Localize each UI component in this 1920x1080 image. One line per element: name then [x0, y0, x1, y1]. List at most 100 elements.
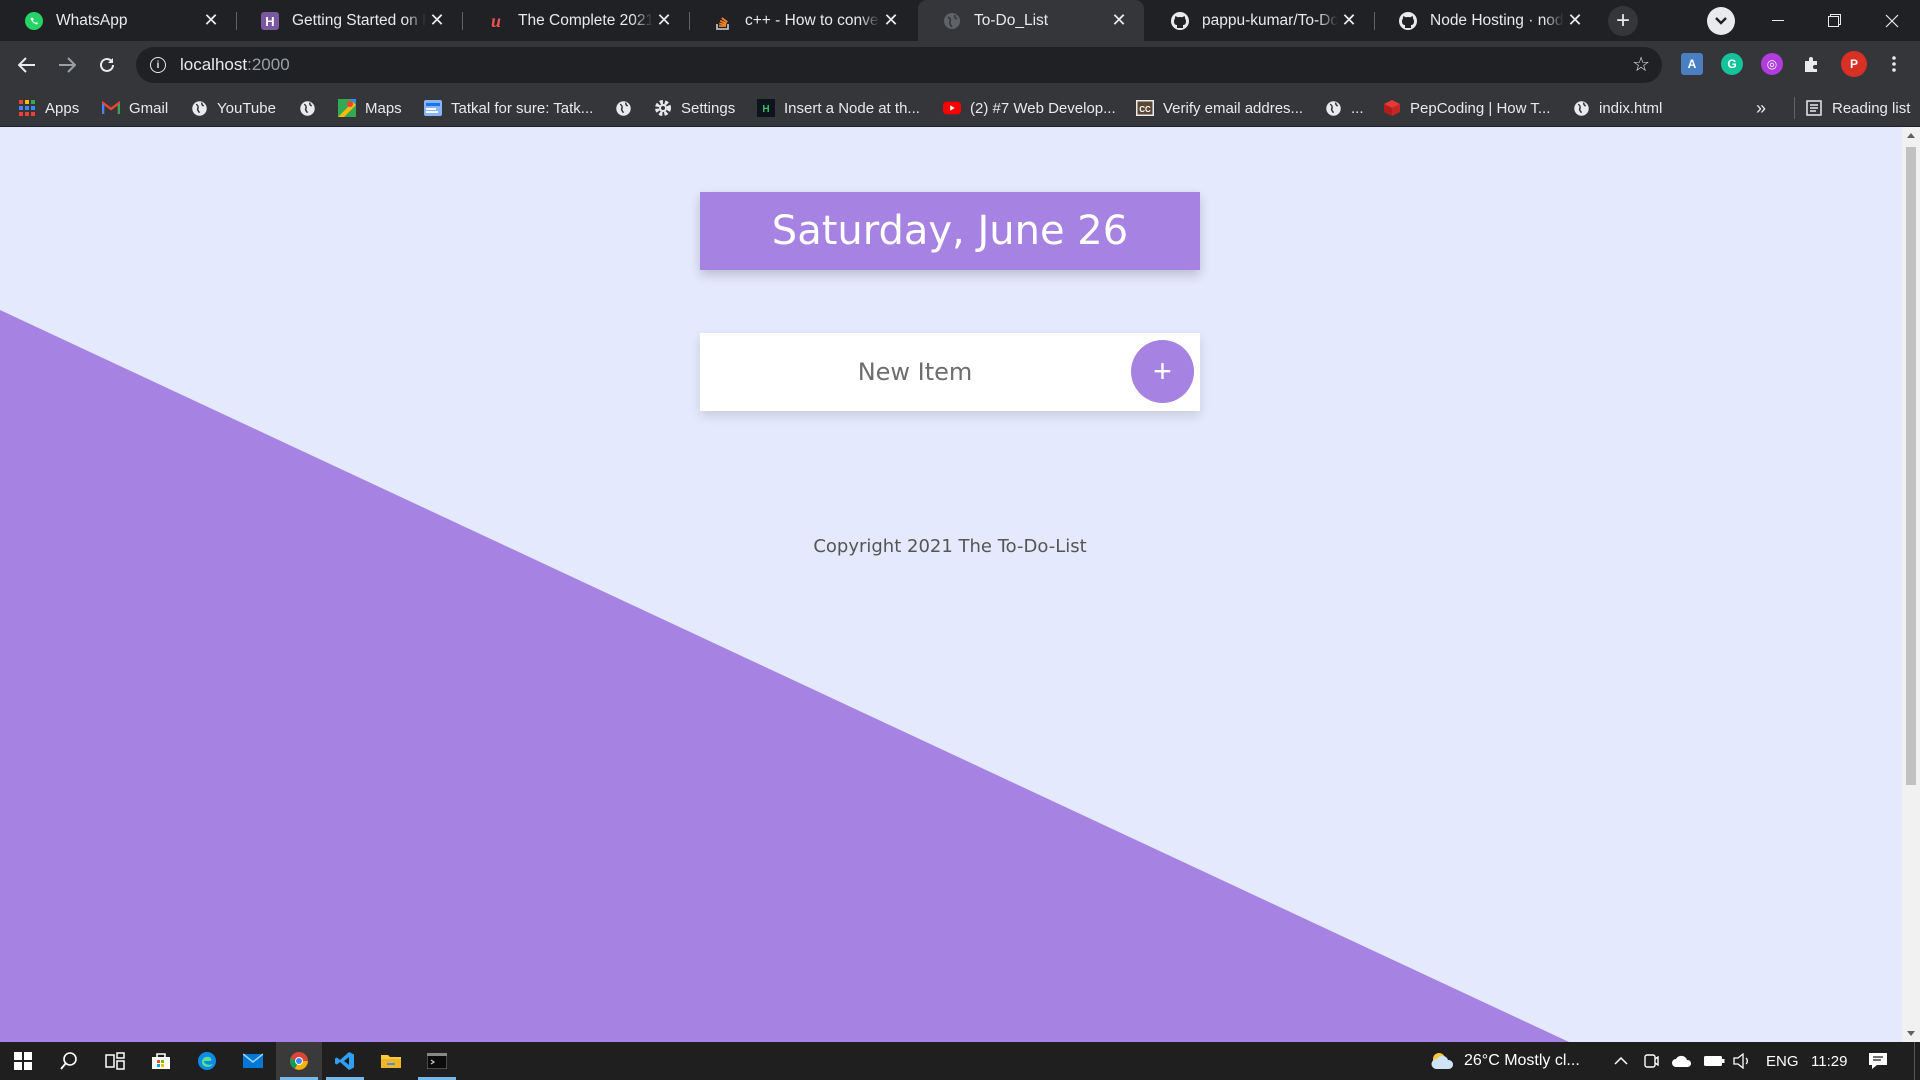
minimize-button[interactable]	[1750, 0, 1806, 41]
scroll-down-arrow[interactable]	[1907, 1031, 1915, 1036]
info-icon[interactable]: i	[150, 57, 166, 73]
start-button[interactable]	[0, 1042, 46, 1080]
bookmark-label: ...	[1351, 99, 1364, 117]
weather-widget[interactable]: 26°C Mostly cl...	[1430, 1042, 1580, 1080]
bookmark-star-icon[interactable]: ☆	[1632, 55, 1650, 75]
taskbar-store[interactable]	[138, 1042, 184, 1080]
tab-node-hosting[interactable]: Node Hosting · nodejs ✕	[1374, 0, 1600, 41]
taskbar-edge[interactable]	[184, 1042, 230, 1080]
whatsapp-icon	[24, 11, 44, 31]
taskbar-file-explorer[interactable]	[368, 1042, 414, 1080]
tab-todo-list[interactable]: To-Do_List ✕	[918, 0, 1144, 41]
bookmark-ellipsis[interactable]: ...	[1324, 97, 1364, 119]
page-viewport: Saturday, June 26 + Copyright 2021 The T…	[0, 127, 1902, 1042]
taskbar-terminal[interactable]	[414, 1042, 460, 1080]
extension-translate-icon[interactable]: A	[1681, 53, 1703, 75]
reading-list-button[interactable]: Reading list	[1794, 97, 1910, 119]
bookmark-gmail[interactable]: Gmail	[102, 97, 168, 119]
task-view-button[interactable]	[92, 1042, 138, 1080]
taskbar-mail[interactable]	[230, 1042, 276, 1080]
tab-udemy[interactable]: u The Complete 2021 Web ✕	[462, 0, 689, 41]
address-bar[interactable]: i localhost:2000 ☆	[136, 47, 1662, 83]
bookmark-youtube[interactable]: YouTube	[190, 97, 276, 119]
reload-button[interactable]	[92, 50, 122, 80]
tab-title: WhatsApp	[56, 11, 128, 29]
extension-purple-icon[interactable]: ◎	[1761, 53, 1783, 75]
new-tab-button[interactable]: +	[1608, 6, 1638, 36]
globe-icon	[1572, 99, 1590, 117]
chevron-down-icon	[1715, 17, 1727, 25]
svg-text:H: H	[265, 14, 274, 29]
extensions-puzzle-icon[interactable]	[1801, 53, 1823, 75]
bookmark-globe[interactable]	[298, 97, 325, 119]
notification-icon	[1869, 1053, 1887, 1069]
taskbar-vscode[interactable]	[322, 1042, 368, 1080]
bookmark-label: indix.html	[1599, 99, 1663, 117]
back-button[interactable]	[12, 50, 42, 80]
show-hidden-icons-button[interactable]	[1614, 1042, 1628, 1080]
gear-icon	[654, 99, 672, 117]
bookmark-maps[interactable]: Maps	[338, 97, 402, 119]
close-icon[interactable]: ✕	[200, 10, 222, 32]
tab-stackoverflow[interactable]: c++ - How to convert ✕	[689, 0, 916, 41]
tab-search-button[interactable]	[1707, 7, 1735, 35]
mail-icon	[243, 1053, 263, 1068]
bookmark-pepcoding[interactable]: PepCoding | How T...	[1383, 97, 1550, 119]
language-indicator[interactable]: ENG	[1766, 1042, 1799, 1080]
close-window-button[interactable]	[1864, 0, 1920, 41]
scrollbar-thumb[interactable]	[1906, 147, 1916, 785]
vertical-scrollbar[interactable]	[1902, 127, 1920, 1042]
bookmark-globe-2[interactable]	[614, 97, 641, 119]
close-icon[interactable]: ✕	[1108, 10, 1130, 32]
tab-heroku[interactable]: H Getting Started on Heroku ✕	[236, 0, 462, 41]
taskbar-chrome[interactable]	[276, 1042, 322, 1080]
bookmark-tatkal[interactable]: Tatkal for sure: Tatk...	[424, 97, 593, 119]
tab-title: pappu-kumar/To-Do-List	[1202, 11, 1338, 29]
restore-button[interactable]	[1806, 0, 1862, 41]
bookmark-settings[interactable]: Settings	[654, 97, 735, 119]
tab-github-todo[interactable]: pappu-kumar/To-Do-List ✕	[1146, 0, 1374, 41]
new-item-form: +	[700, 333, 1200, 411]
globe-icon	[1324, 99, 1342, 117]
bookmarks-overflow-button[interactable]: »	[1756, 97, 1766, 119]
bookmark-verify-email[interactable]: CC Verify email addres...	[1136, 97, 1303, 119]
meet-now-icon[interactable]	[1643, 1042, 1659, 1080]
tatkal-icon	[424, 99, 442, 117]
onedrive-icon[interactable]	[1672, 1042, 1692, 1080]
close-icon[interactable]: ✕	[1564, 10, 1586, 32]
new-item-input[interactable]	[700, 333, 1130, 411]
menu-kebab-icon[interactable]	[1883, 53, 1905, 75]
add-item-button[interactable]: +	[1131, 340, 1194, 403]
gmail-icon	[102, 99, 120, 117]
forward-button[interactable]	[52, 50, 82, 80]
bookmark-hackerrank[interactable]: H Insert a Node at th...	[757, 97, 920, 119]
battery-icon[interactable]	[1703, 1042, 1725, 1080]
grammarly-icon[interactable]: G	[1721, 53, 1743, 75]
weather-text: 26°C Mostly cl...	[1464, 1052, 1580, 1069]
close-icon[interactable]: ✕	[426, 10, 448, 32]
clock[interactable]: 11:29	[1811, 1042, 1847, 1080]
bookmark-label: Gmail	[129, 99, 169, 117]
chevron-up-icon	[1614, 1057, 1628, 1065]
vscode-icon	[335, 1052, 354, 1070]
arrow-right-icon	[59, 57, 76, 73]
cc-icon: CC	[1136, 99, 1154, 117]
bookmark-youtube-web-dev[interactable]: (2) #7 Web Develop...	[943, 97, 1116, 119]
close-icon[interactable]: ✕	[653, 10, 675, 32]
search-button[interactable]	[46, 1042, 92, 1080]
bookmark-apps[interactable]: Apps	[18, 97, 79, 119]
close-icon[interactable]: ✕	[880, 10, 902, 32]
notification-center-button[interactable]	[1868, 1042, 1888, 1080]
show-desktop-button[interactable]	[1914, 1042, 1915, 1080]
close-icon[interactable]: ✕	[1338, 10, 1360, 32]
bookmark-indix[interactable]: indix.html	[1572, 97, 1662, 119]
date-heading-text: Saturday, June 26	[771, 208, 1129, 254]
tab-whatsapp[interactable]: WhatsApp ✕	[0, 0, 236, 41]
windows-logo-icon	[14, 1052, 32, 1070]
scroll-up-arrow[interactable]	[1907, 133, 1915, 138]
volume-icon[interactable]	[1733, 1042, 1751, 1080]
cloud-sun-icon	[1431, 1053, 1454, 1069]
globe-icon	[298, 99, 316, 117]
bookmark-label: Verify email addres...	[1163, 99, 1304, 117]
profile-avatar[interactable]: P	[1841, 51, 1867, 77]
